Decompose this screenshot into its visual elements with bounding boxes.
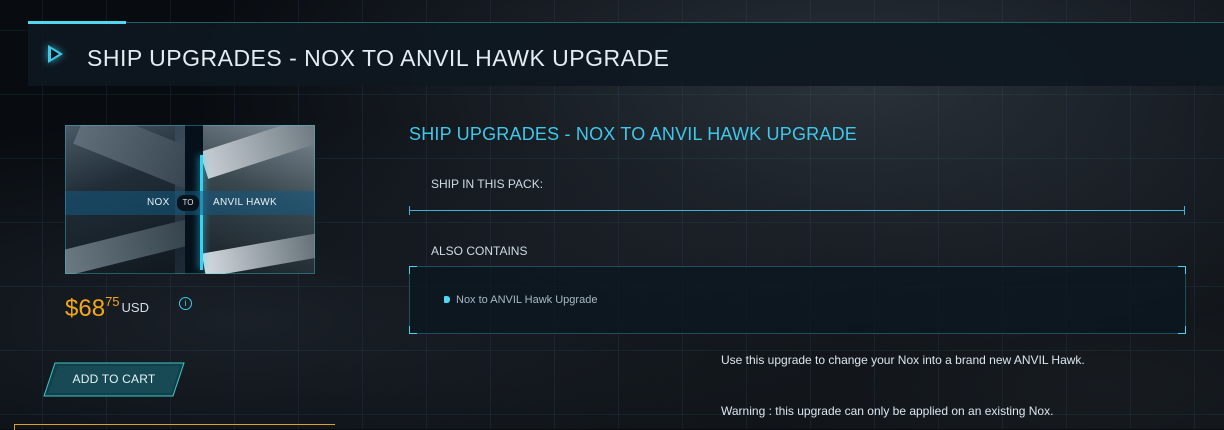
frame-corner — [308, 267, 315, 274]
price-currency: USD — [121, 300, 149, 315]
ship-in-pack-divider — [409, 206, 1185, 215]
frame-corner — [308, 125, 315, 132]
description-text: Use this upgrade to change your Nox into… — [721, 353, 1085, 367]
frame-corner — [409, 326, 417, 334]
frame-corner — [409, 266, 417, 274]
frame-corner — [1178, 266, 1186, 274]
upgrade-to-badge: TO — [177, 195, 199, 211]
frame-corner — [65, 267, 72, 274]
price-symbol: $ — [65, 295, 79, 322]
add-to-cart-label: ADD TO CART — [72, 372, 156, 386]
warning-text: Warning : this upgrade can only be appli… — [721, 404, 1054, 418]
page-header: SHIP UPGRADES - NOX TO ANVIL HAWK UPGRAD… — [28, 21, 1224, 86]
section-border-highlight — [14, 424, 335, 430]
price-whole: 68 — [78, 295, 106, 322]
upgrade-target-label: ANVIL HAWK — [213, 197, 277, 208]
add-to-cart-button[interactable]: ADD TO CART — [43, 362, 185, 397]
price-cents: 75 — [105, 294, 120, 309]
frame-corner — [65, 125, 72, 132]
bullet-icon — [444, 296, 450, 303]
info-icon[interactable]: i — [179, 297, 192, 310]
frame-corner — [1178, 326, 1186, 334]
play-triangle-icon — [48, 45, 63, 63]
page-title: SHIP UPGRADES - NOX TO ANVIL HAWK UPGRAD… — [87, 45, 670, 71]
price: $6875 USD — [65, 294, 149, 327]
header-accent-bar — [28, 21, 126, 24]
list-item: Nox to ANVIL Hawk Upgrade — [444, 294, 598, 306]
also-contains-box: Nox to ANVIL Hawk Upgrade — [409, 266, 1186, 334]
product-image[interactable]: NOX TO ANVIL HAWK — [65, 125, 315, 274]
upgrade-from-label: NOX — [147, 197, 170, 208]
product-title: SHIP UPGRADES - NOX TO ANVIL HAWK UPGRAD… — [409, 124, 857, 144]
also-contains-label: ALSO CONTAINS — [431, 244, 528, 258]
also-item-label: Nox to ANVIL Hawk Upgrade — [456, 294, 598, 306]
ship-in-pack-label: SHIP IN THIS PACK: — [431, 177, 544, 191]
